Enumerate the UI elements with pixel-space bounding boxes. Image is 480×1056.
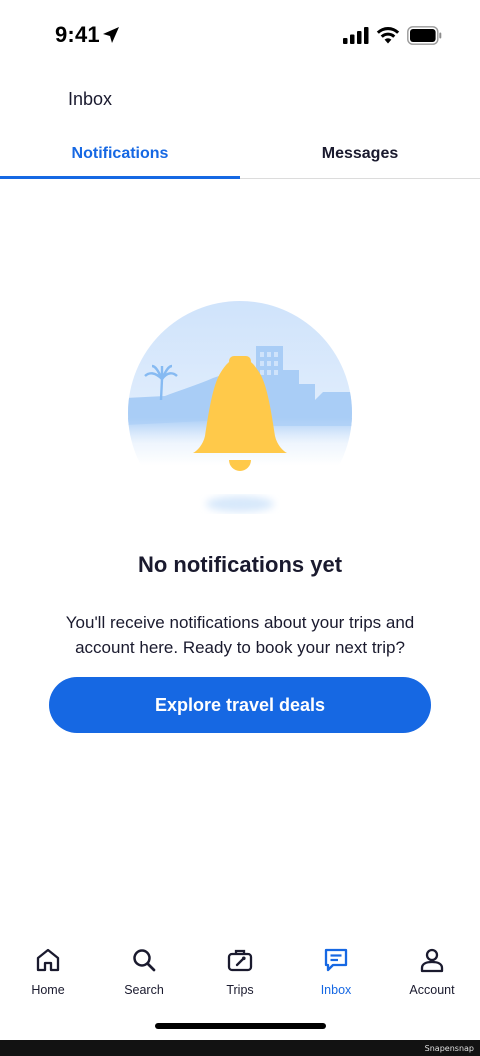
- suitcase-icon: [227, 949, 253, 972]
- cellular-signal-icon: [343, 27, 369, 44]
- status-bar: 9:41: [0, 0, 480, 70]
- tab-messages[interactable]: Messages: [240, 130, 480, 178]
- watermark: Snapensnap: [424, 1044, 474, 1053]
- battery-icon: [407, 26, 442, 45]
- nav-item-trips[interactable]: Trips: [192, 940, 288, 1002]
- explore-travel-deals-button[interactable]: Explore travel deals: [49, 677, 431, 733]
- screen: 9:41 Inbox Notifications Messages No not…: [0, 0, 480, 1056]
- person-icon: [420, 948, 444, 973]
- nav-item-account[interactable]: Account: [384, 940, 480, 1002]
- empty-state-title: No notifications yet: [137, 552, 343, 577]
- footer-strip: [0, 1040, 480, 1056]
- nav-label-account: Account: [409, 983, 455, 997]
- nav-item-inbox[interactable]: Inbox: [288, 940, 384, 1002]
- tab-bar: Notifications Messages: [0, 130, 480, 179]
- message-icon: [324, 948, 348, 972]
- home-icon: [36, 948, 60, 972]
- location-arrow-icon: [103, 27, 119, 43]
- bottom-nav: Home Search Trips Inbox Account: [0, 940, 480, 1002]
- tab-notifications[interactable]: Notifications: [0, 130, 240, 179]
- nav-label-home: Home: [31, 983, 65, 997]
- wifi-icon: [376, 27, 400, 44]
- empty-state-description: You'll receive notifications about your …: [65, 613, 415, 657]
- status-time: 9:41: [55, 22, 100, 47]
- home-indicator[interactable]: [155, 1023, 326, 1029]
- nav-item-home[interactable]: Home: [0, 940, 96, 1002]
- nav-label-trips: Trips: [226, 983, 254, 997]
- nav-label-search: Search: [124, 983, 164, 997]
- nav-item-search[interactable]: Search: [96, 940, 192, 1002]
- nav-label-inbox: Inbox: [320, 983, 352, 997]
- bell-illustration: [128, 301, 352, 525]
- search-icon: [133, 949, 156, 972]
- page-title: Inbox: [68, 89, 113, 109]
